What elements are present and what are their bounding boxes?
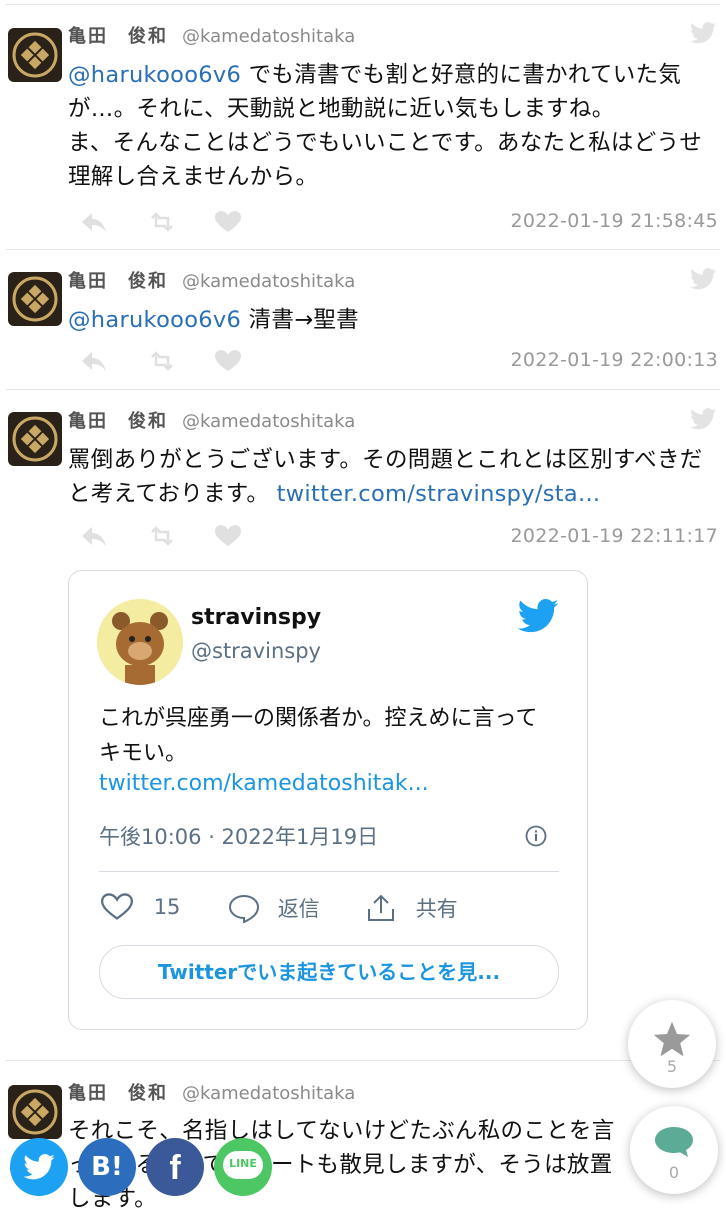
like-count: 15 [153, 895, 181, 919]
divider [6, 1060, 720, 1061]
bear-avatar-icon [97, 599, 183, 685]
avatar[interactable] [8, 28, 62, 82]
view-on-twitter-button[interactable]: Twitterでいま起きていることを見... [99, 945, 559, 999]
twitter-bird-icon[interactable] [690, 408, 716, 430]
info-icon[interactable] [525, 825, 547, 847]
reply-icon[interactable] [80, 349, 108, 373]
embed-like-button[interactable]: 15 [100, 893, 181, 921]
heart-icon [100, 893, 134, 920]
facebook-icon: f [169, 1149, 181, 1187]
family-crest-icon [12, 276, 58, 322]
embed-share-button[interactable]: 共有 [365, 893, 458, 923]
tweet-text: @harukooo6v6 清書→聖書 [68, 307, 359, 333]
embed-time[interactable]: 午後10:06 · 2022年1月19日 [99, 821, 378, 851]
tweet-link[interactable]: twitter.com/stravinspy/sta... [277, 481, 601, 507]
author-handle[interactable]: @kamedatoshitaka [182, 26, 355, 47]
like-icon[interactable] [214, 349, 242, 373]
avatar[interactable] [8, 272, 62, 326]
author-name[interactable]: 亀田 俊和 [68, 271, 168, 292]
author-name[interactable]: 亀田 俊和 [68, 411, 168, 432]
hatena-icon: B! [91, 1152, 123, 1182]
author-handle[interactable]: @kamedatoshitaka [182, 1083, 355, 1104]
reply-label: 返信 [277, 897, 320, 921]
star-icon [653, 1021, 691, 1057]
timestamp[interactable]: 2022-01-19 21:58:45 [511, 210, 719, 232]
divider [6, 4, 720, 5]
line-label: LINE [229, 1157, 257, 1170]
avatar[interactable] [8, 1085, 62, 1139]
timestamp[interactable]: 2022-01-19 22:00:13 [511, 349, 719, 371]
tweet-meta: 亀田 俊和 @kamedatoshitaka [68, 267, 355, 293]
author-handle[interactable]: @kamedatoshitaka [182, 271, 355, 292]
comment-button[interactable]: 0 [630, 1106, 718, 1194]
twitter-bird-icon [23, 1154, 55, 1180]
family-crest-icon [12, 1089, 58, 1135]
hatena-share-button[interactable]: B! [78, 1138, 136, 1196]
tweet-text: 罵倒ありがとうございます。その問題とこれとは区別すべきだと考えております。 tw… [68, 447, 703, 507]
author-name[interactable]: 亀田 俊和 [68, 26, 168, 47]
twitter-logo-icon[interactable] [517, 599, 559, 633]
mention-link[interactable]: @harukooo6v6 [68, 62, 241, 88]
mention-link[interactable]: @harukooo6v6 [68, 307, 241, 333]
family-crest-icon [12, 32, 58, 78]
facebook-share-button[interactable]: f [146, 1138, 204, 1196]
twitter-bird-icon[interactable] [690, 22, 716, 44]
embed-author-name[interactable]: stravinspy [191, 605, 321, 630]
comment-count: 0 [668, 1163, 680, 1182]
upload-share-icon [368, 894, 394, 921]
like-icon[interactable] [214, 210, 242, 234]
like-icon[interactable] [214, 524, 242, 548]
twitter-bird-icon[interactable] [690, 268, 716, 290]
star-count: 5 [666, 1057, 678, 1076]
avatar[interactable] [8, 412, 62, 466]
twitter-share-button[interactable] [10, 1138, 68, 1196]
reply-icon[interactable] [80, 210, 108, 234]
divider [99, 871, 559, 872]
comment-icon [655, 1127, 693, 1157]
retweet-icon[interactable] [148, 349, 176, 373]
tweet-meta: 亀田 俊和 @kamedatoshitaka [68, 407, 355, 433]
embed-reply-button[interactable]: 返信 [227, 893, 320, 924]
divider [6, 389, 720, 390]
family-crest-icon [12, 416, 58, 462]
star-button[interactable]: 5 [628, 1000, 716, 1088]
embed-text: これが呉座勇一の関係者か。控えめに言ってキモい。 [99, 706, 538, 766]
speech-bubble-icon [228, 894, 260, 924]
retweet-icon[interactable] [148, 524, 176, 548]
tweet-meta: 亀田 俊和 @kamedatoshitaka [68, 22, 355, 48]
embed-author-handle[interactable]: @stravinspy [191, 639, 321, 663]
tweet-text: @harukooo6v6 でも清書でも割と好意的に書かれていた気が…。それに、天… [68, 62, 703, 190]
tweet-meta: 亀田 俊和 @kamedatoshitaka [68, 1079, 355, 1105]
line-share-button[interactable]: LINE [214, 1138, 272, 1196]
reply-icon[interactable] [80, 524, 108, 548]
embed-avatar[interactable] [97, 599, 183, 685]
author-name[interactable]: 亀田 俊和 [68, 1083, 168, 1104]
divider [6, 249, 720, 250]
retweet-icon[interactable] [148, 210, 176, 234]
embed-link[interactable]: twitter.com/kamedatoshitak... [99, 771, 429, 796]
author-handle[interactable]: @kamedatoshitaka [182, 411, 355, 432]
embedded-tweet-card[interactable]: stravinspy @stravinspy これが呉座勇一の関係者か。控えめに… [68, 570, 588, 1030]
timestamp[interactable]: 2022-01-19 22:11:17 [511, 525, 719, 547]
share-label: 共有 [415, 897, 458, 921]
